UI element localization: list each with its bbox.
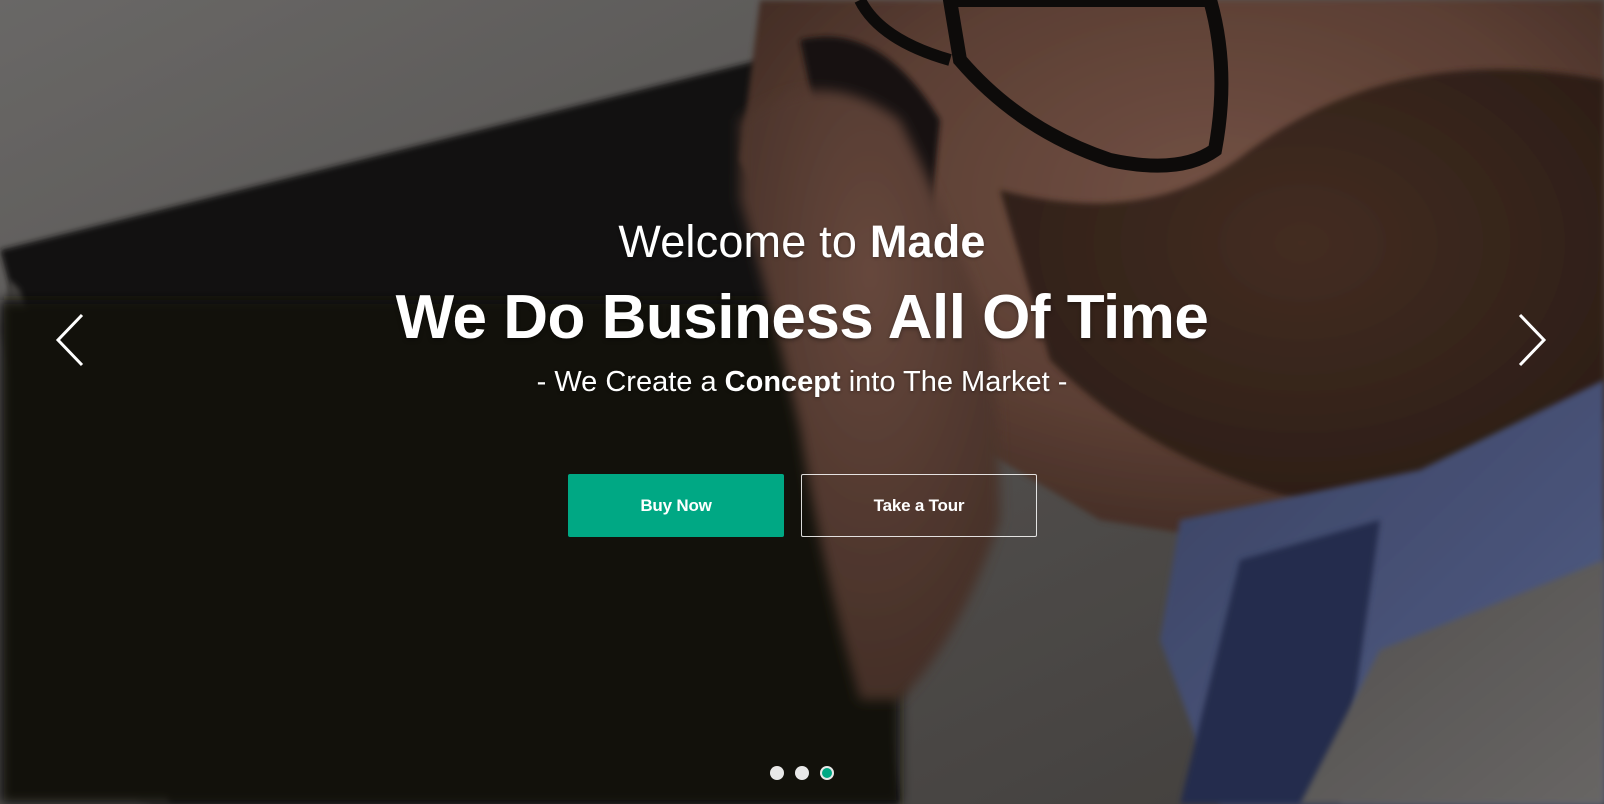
hero-content: Welcome to Made We Do Business All Of Ti…	[0, 0, 1604, 804]
chevron-right-icon	[1518, 313, 1547, 367]
slider-dot-2[interactable]	[795, 766, 809, 780]
tagline-bold: Concept	[724, 366, 841, 398]
hero-tagline: - We Create a Concept into The Market -	[0, 362, 1604, 402]
slider-dot-3-active[interactable]	[820, 766, 834, 780]
slider-next-button[interactable]	[1510, 310, 1550, 370]
tagline-suffix: into The Market -	[840, 366, 1068, 398]
slider-prev-button[interactable]	[52, 310, 92, 370]
chevron-left-icon	[55, 313, 84, 367]
take-a-tour-button[interactable]: Take a Tour	[801, 474, 1037, 537]
brand-name: Made	[869, 216, 986, 267]
buy-now-button[interactable]: Buy Now	[568, 474, 784, 537]
slider-dot-1[interactable]	[770, 766, 784, 780]
welcome-prefix: Welcome to	[618, 216, 870, 267]
hero-slider: Welcome to Made We Do Business All Of Ti…	[0, 0, 1604, 804]
hero-headline: We Do Business All Of Time	[395, 283, 1209, 352]
slider-pagination	[770, 766, 834, 780]
hero-welcome-heading: Welcome to Made	[0, 214, 1604, 270]
tagline-prefix: - We Create a	[536, 366, 725, 398]
